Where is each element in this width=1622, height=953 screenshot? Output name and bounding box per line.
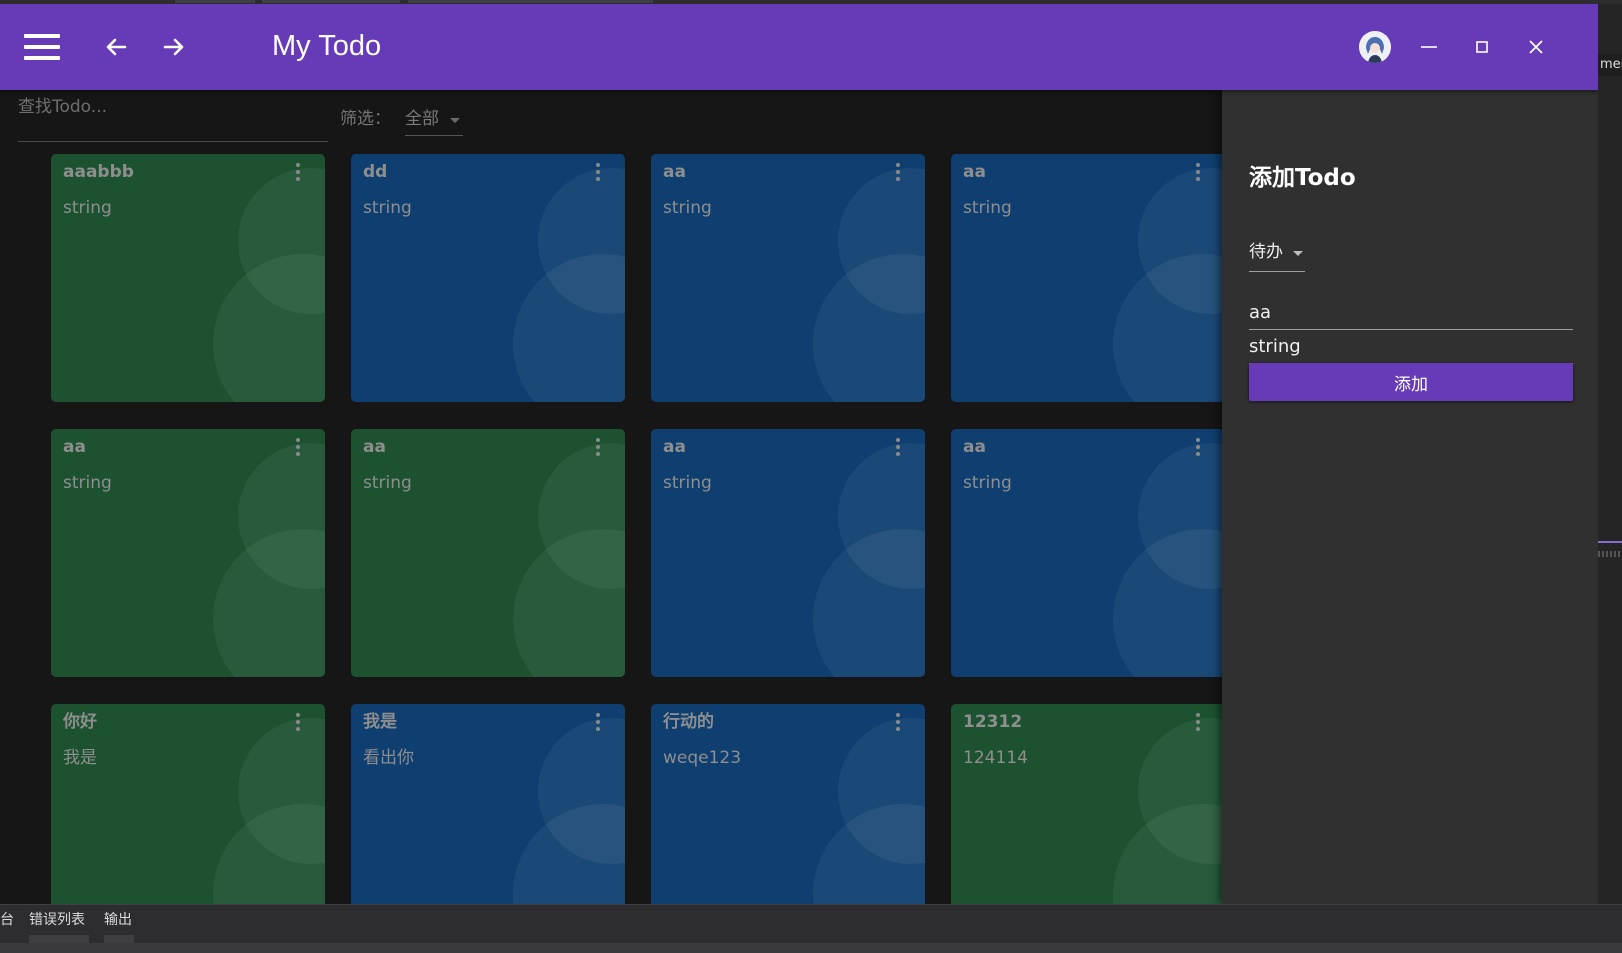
- todo-card[interactable]: aa string: [651, 154, 925, 402]
- todo-content-field: [1249, 330, 1573, 364]
- ide-tab-underline: [104, 935, 134, 943]
- todo-card[interactable]: aa string: [51, 429, 325, 677]
- ide-right-accent-line: [1598, 541, 1622, 543]
- todo-title-input[interactable]: [1249, 296, 1573, 328]
- ide-right-dotted-line: [1598, 551, 1622, 557]
- more-vert-icon[interactable]: [1192, 161, 1204, 183]
- todo-card-content: string: [63, 473, 112, 493]
- todo-card[interactable]: 我是 看出你: [351, 704, 625, 904]
- app-title: My Todo: [272, 30, 382, 62]
- ide-tab-error-list[interactable]: 错误列表: [29, 911, 85, 929]
- todo-card-title: 12312: [963, 712, 1023, 732]
- user-avatar[interactable]: [1359, 31, 1391, 63]
- status-selected-value: 待办: [1249, 242, 1283, 262]
- todo-card-title: aa: [963, 437, 986, 457]
- ide-tab-indicator: [175, 0, 255, 3]
- more-vert-icon[interactable]: [1192, 711, 1204, 733]
- add-todo-drawer: 添加Todo 待办 添加: [1222, 90, 1598, 904]
- todo-card[interactable]: dd string: [351, 154, 625, 402]
- more-vert-icon[interactable]: [592, 436, 604, 458]
- ide-tab-indicator: [262, 0, 400, 3]
- app-window: My Todo 筛选： 全部 aaabbb s: [0, 4, 1598, 904]
- add-button[interactable]: 添加: [1249, 363, 1573, 401]
- ide-right-panel: [1598, 4, 1622, 914]
- todo-grid: aaabbb string dd string aa string aa str…: [0, 4, 1225, 904]
- todo-card-title: 行动的: [663, 712, 714, 732]
- more-vert-icon[interactable]: [1192, 436, 1204, 458]
- todo-card[interactable]: aaabbb string: [51, 154, 325, 402]
- more-vert-icon[interactable]: [292, 161, 304, 183]
- todo-title-field: [1249, 296, 1573, 330]
- more-vert-icon[interactable]: [592, 161, 604, 183]
- todo-card-title: aa: [963, 162, 986, 182]
- ide-tab-indicator: [408, 0, 653, 3]
- todo-card-title: dd: [363, 162, 388, 182]
- todo-card[interactable]: aa string: [651, 429, 925, 677]
- more-vert-icon[interactable]: [892, 711, 904, 733]
- todo-card-content: string: [663, 198, 712, 218]
- todo-card[interactable]: 行动的 weqe123: [651, 704, 925, 904]
- todo-card[interactable]: 12312 124114: [951, 704, 1225, 904]
- minimize-icon[interactable]: [1414, 32, 1444, 62]
- todo-card[interactable]: aa string: [351, 429, 625, 677]
- todo-card-title: 你好: [63, 712, 97, 732]
- todo-card-title: aa: [363, 437, 386, 457]
- more-vert-icon[interactable]: [292, 711, 304, 733]
- todo-card-content: weqe123: [663, 748, 742, 768]
- ide-bottom-panel: 台 错误列表 输出: [0, 904, 1622, 953]
- todo-card-content: 我是: [63, 748, 97, 768]
- todo-card-title: aa: [63, 437, 86, 457]
- todo-card-title: aa: [663, 162, 686, 182]
- caret-down-icon: [1293, 251, 1303, 256]
- todo-content-input[interactable]: [1249, 330, 1573, 362]
- app-bar: My Todo: [0, 4, 1598, 90]
- todo-card-content: string: [663, 473, 712, 493]
- more-vert-icon[interactable]: [892, 161, 904, 183]
- todo-card[interactable]: aa string: [951, 429, 1225, 677]
- more-vert-icon[interactable]: [892, 436, 904, 458]
- todo-card-content: string: [363, 473, 412, 493]
- ide-tab-output[interactable]: 输出: [104, 911, 132, 929]
- close-icon[interactable]: [1521, 32, 1551, 62]
- arrow-right-icon[interactable]: [158, 31, 190, 63]
- todo-card-title: aaabbb: [63, 162, 134, 182]
- status-dropdown[interactable]: 待办: [1249, 236, 1305, 272]
- todo-card-content: string: [63, 198, 112, 218]
- more-vert-icon[interactable]: [292, 436, 304, 458]
- maximize-icon[interactable]: [1467, 32, 1497, 62]
- drawer-title: 添加Todo: [1249, 165, 1356, 191]
- todo-card-content: 看出你: [363, 748, 414, 768]
- todo-card-title: 我是: [363, 712, 397, 732]
- hamburger-menu-icon[interactable]: [24, 33, 60, 61]
- more-vert-icon[interactable]: [592, 711, 604, 733]
- todo-card-content: string: [963, 198, 1012, 218]
- ide-tab-console[interactable]: 台: [0, 911, 14, 929]
- todo-card-content: string: [363, 198, 412, 218]
- todo-card[interactable]: aa string: [951, 154, 1225, 402]
- ide-tab-underline: [29, 935, 89, 943]
- todo-card-content: 124114: [963, 748, 1028, 768]
- todo-card-content: string: [963, 473, 1012, 493]
- arrow-left-icon[interactable]: [100, 31, 132, 63]
- ide-right-label: mer: [1598, 54, 1622, 76]
- todo-card-title: aa: [663, 437, 686, 457]
- todo-card[interactable]: 你好 我是: [51, 704, 325, 904]
